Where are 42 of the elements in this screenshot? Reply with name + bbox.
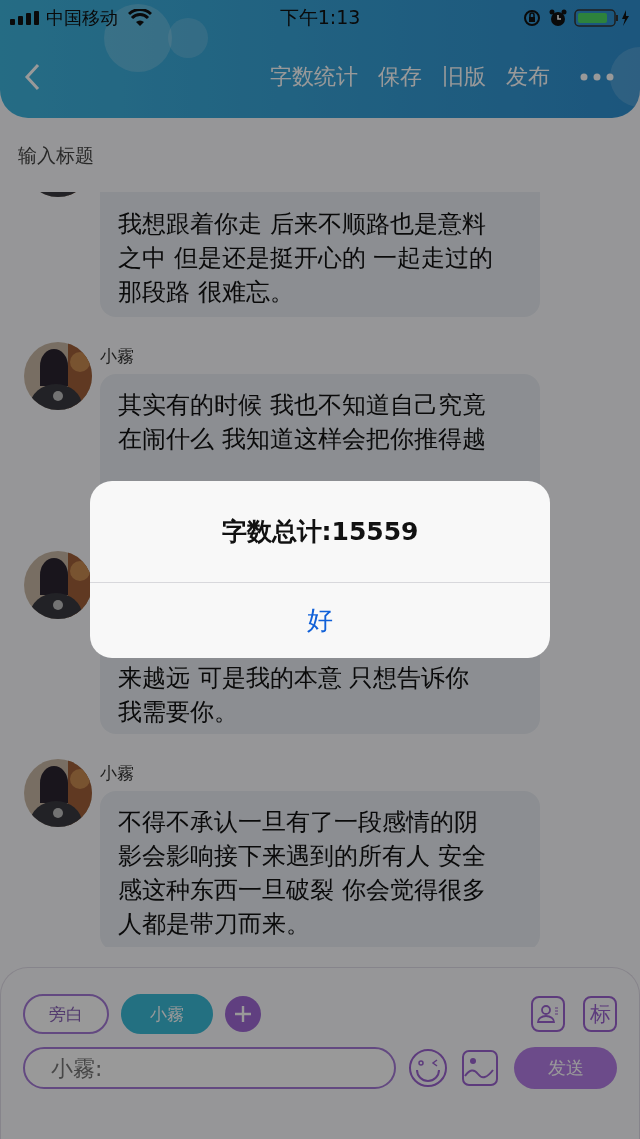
contact-button[interactable] (531, 996, 565, 1032)
nav-action-button[interactable]: 字数统计 (270, 62, 358, 92)
role-chip[interactable]: 小霧 (121, 994, 213, 1034)
add-role-button[interactable] (225, 996, 261, 1032)
sender-name: 小霧 (100, 346, 135, 366)
message-text: 在闹什么 我知道这样会把你推得越 (118, 424, 486, 455)
back-chevron-icon (24, 63, 40, 91)
battery-icon (574, 8, 630, 28)
message-text: 我想跟着你走 后来不顺路也是意料 (118, 209, 486, 240)
send-button[interactable]: 发送 (514, 1047, 617, 1089)
message-text: 感这种东西一旦破裂 你会觉得很多 (118, 875, 486, 906)
message-text: 我需要你。 (118, 697, 238, 728)
image-icon (460, 1048, 501, 1088)
signal-icon (10, 11, 40, 25)
role-chip[interactable]: 旁白 (23, 994, 109, 1034)
message-text: 不得不承认一旦有了一段感情的阴 (118, 807, 478, 838)
winking-face-icon (408, 1048, 449, 1088)
emoji-button[interactable] (408, 1048, 449, 1088)
more-icon (580, 73, 614, 81)
ok-button[interactable]: 好 (90, 583, 550, 658)
message-text: 之中 但是还是挺开心的 一起走过的 (118, 243, 494, 274)
nav-action-button[interactable]: 发布 (506, 62, 550, 92)
message-text: 人都是带刀而来。 (118, 909, 310, 940)
rotation-lock-icon (522, 8, 542, 28)
message-input[interactable]: 小霧: (23, 1047, 397, 1089)
person-icon (536, 1002, 560, 1026)
sender-name: 小霧 (100, 763, 135, 783)
wifi-icon (128, 9, 152, 27)
status-time: 下午1:13 (279, 5, 361, 30)
carrier-name: 中国移动 (46, 6, 118, 30)
tag-button[interactable]: 标 (583, 996, 617, 1032)
message-text: 影会影响接下来遇到的所有人 安全 (118, 841, 486, 872)
nav-action-button[interactable]: 保存 (378, 62, 422, 92)
alert-title: 字数总计:15559 (90, 481, 550, 583)
message-text: 那段路 很难忘。 (118, 277, 294, 308)
nav-action-button[interactable]: 旧版 (442, 62, 486, 92)
alarm-icon (548, 8, 568, 28)
image-button[interactable] (460, 1048, 501, 1088)
plus-icon (233, 1004, 253, 1024)
message-text: 其实有的时候 我也不知道自己究竟 (118, 390, 486, 421)
message-text: 来越远 可是我的本意 只想告诉你 (118, 663, 470, 694)
title-field[interactable]: 输入标题 (0, 118, 640, 192)
